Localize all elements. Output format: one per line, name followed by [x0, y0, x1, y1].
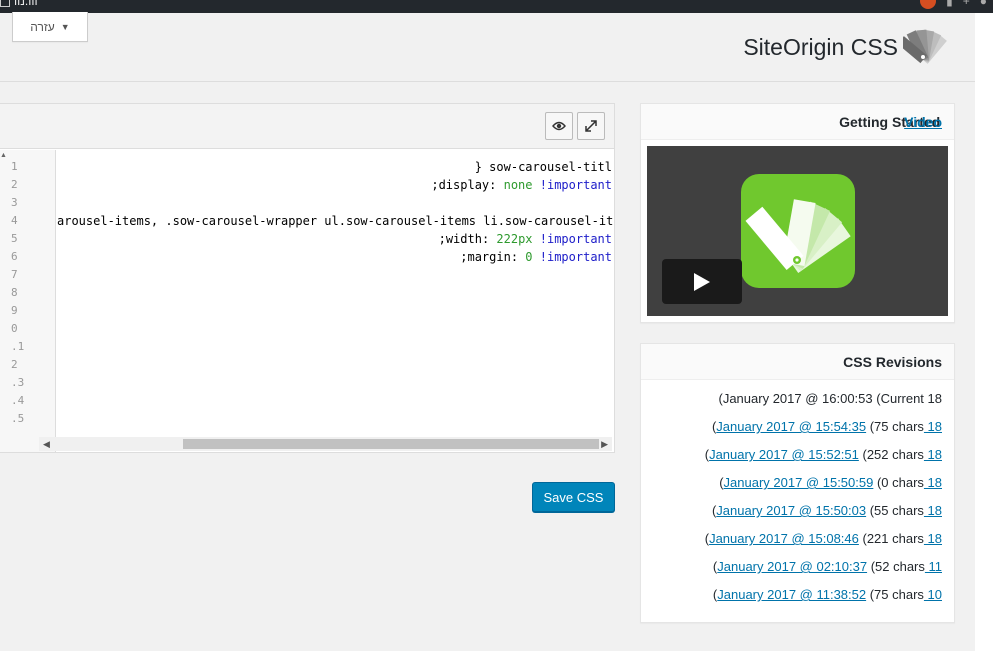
line-number: 9	[11, 304, 18, 317]
code-line: ;margin: 0 !important	[460, 250, 612, 264]
expand-icon	[585, 120, 597, 132]
revision-item: (January 2017 @ 15:50:59 (0 chars 18	[719, 475, 942, 490]
revision-current: (January 2017 @ 16:00:53 (Current 18	[718, 391, 943, 406]
revision-day-link[interactable]: 18	[924, 503, 942, 518]
line-number: .4	[11, 394, 25, 407]
admin-bar: ווו.נוו ▮ + ●	[0, 0, 993, 13]
comments-icon[interactable]: ▮	[946, 0, 953, 8]
code-line: } sow-carousel-titl	[474, 160, 612, 174]
scroll-left-icon[interactable]: ◀	[43, 439, 50, 450]
siteorigin-swatch-logo-icon	[903, 29, 947, 64]
new-icon[interactable]: +	[963, 0, 970, 8]
line-number: 8	[11, 286, 18, 299]
revision-day-link[interactable]: 18	[924, 531, 942, 546]
horizontal-scrollbar[interactable]: ◀ ▶	[39, 437, 612, 451]
video-player[interactable]	[647, 146, 948, 316]
css-editor: ▲ 1 2 3 4 5 6 7 8 9 0 .1 2 .3 .4 .5 } so…	[0, 103, 615, 453]
line-number: 5	[11, 232, 18, 245]
revision-item: (January 2017 @ 11:38:52 (75 chars 10	[712, 587, 942, 602]
help-tab-button[interactable]: עזרה ▼	[12, 12, 88, 42]
line-number: 2	[11, 178, 18, 191]
play-icon	[694, 272, 710, 291]
help-label: עזרה	[30, 19, 55, 34]
revisions-list: (January 2017 @ 16:00:53 (Current 18 (Ja…	[652, 390, 942, 614]
revision-link[interactable]: January 2017 @ 15:52:51	[709, 447, 859, 462]
line-number: 6	[11, 250, 18, 263]
scroll-right-icon[interactable]: ▶	[601, 439, 608, 450]
line-number-gutter: ▲ 1 2 3 4 5 6 7 8 9 0 .1 2 .3 .4 .5	[0, 150, 56, 452]
admin-bar-right: ▮ + ●	[920, 0, 987, 9]
revision-day-link[interactable]: 10	[924, 587, 942, 602]
revision-link[interactable]: January 2017 @ 15:08:46	[709, 531, 859, 546]
css-revisions-box: CSS Revisions (January 2017 @ 16:00:53 (…	[640, 343, 955, 623]
scrollbar-thumb[interactable]	[183, 439, 599, 449]
notification-badge[interactable]	[920, 0, 937, 9]
code-input[interactable]: } sow-carousel-titl ;display: none !impo…	[57, 150, 614, 436]
line-number: 7	[11, 268, 18, 281]
line-number: .5	[11, 412, 25, 425]
video-link[interactable]: Video	[904, 114, 942, 130]
revision-link[interactable]: January 2017 @ 15:50:59	[724, 475, 874, 490]
revision-item: (January 2017 @ 02:10:37 (52 chars 11	[712, 559, 943, 574]
expand-button[interactable]	[577, 112, 605, 140]
account-icon[interactable]: ●	[980, 0, 987, 8]
save-css-button[interactable]: Save CSS	[532, 482, 615, 512]
revision-item: (January 2017 @ 15:52:51 (252 chars 18	[704, 447, 942, 462]
siteorigin-logo-icon	[741, 174, 855, 288]
getting-started-box: Getting Started Video	[640, 103, 955, 323]
preview-button[interactable]	[545, 112, 573, 140]
line-number: 1	[11, 160, 18, 173]
line-number: .3	[11, 376, 25, 389]
play-button[interactable]	[662, 259, 742, 304]
caret-down-icon: ▼	[60, 21, 70, 32]
revision-item: (January 2017 @ 15:54:35 (75 chars 18	[711, 419, 942, 434]
revision-item: (January 2017 @ 15:50:03 (55 chars 18	[711, 503, 942, 518]
admin-bar-site[interactable]: ווו.נוו	[0, 0, 38, 8]
code-line: ;width: 222px !important	[438, 232, 612, 246]
line-number: 4	[11, 214, 18, 227]
line-number: .1	[11, 340, 25, 353]
header-divider	[0, 81, 975, 82]
revision-item: (January 2017 @ 15:08:46 (221 chars 18	[704, 531, 942, 546]
eye-icon	[552, 121, 566, 131]
revision-link[interactable]: January 2017 @ 11:38:52	[717, 587, 866, 602]
revision-day-link[interactable]: 18	[924, 419, 942, 434]
getting-started-title: Getting Started Video	[641, 104, 954, 140]
line-number: 3	[11, 196, 18, 209]
revision-day-link[interactable]: 18	[924, 447, 942, 462]
site-label: ווו.נוו	[14, 0, 38, 8]
home-icon	[0, 0, 10, 7]
revision-link[interactable]: January 2017 @ 15:54:35	[716, 419, 866, 434]
fold-arrow-icon: ▲	[0, 152, 7, 159]
revision-link[interactable]: January 2017 @ 02:10:37	[717, 559, 867, 574]
editor-toolbar	[0, 104, 614, 149]
css-revisions-title: CSS Revisions	[641, 344, 954, 380]
code-line: arousel-items, .sow-carousel-wrapper ul.…	[57, 214, 614, 228]
code-line: ;display: none !important	[431, 178, 612, 192]
right-edge	[975, 13, 993, 651]
revision-day-link[interactable]: 18	[924, 475, 942, 490]
revision-day-link[interactable]: 11	[925, 559, 943, 574]
revision-link[interactable]: January 2017 @ 15:50:03	[716, 503, 866, 518]
line-number: 0	[11, 322, 18, 335]
line-number: 2	[11, 358, 18, 371]
page-title: SiteOrigin CSS	[743, 34, 898, 60]
